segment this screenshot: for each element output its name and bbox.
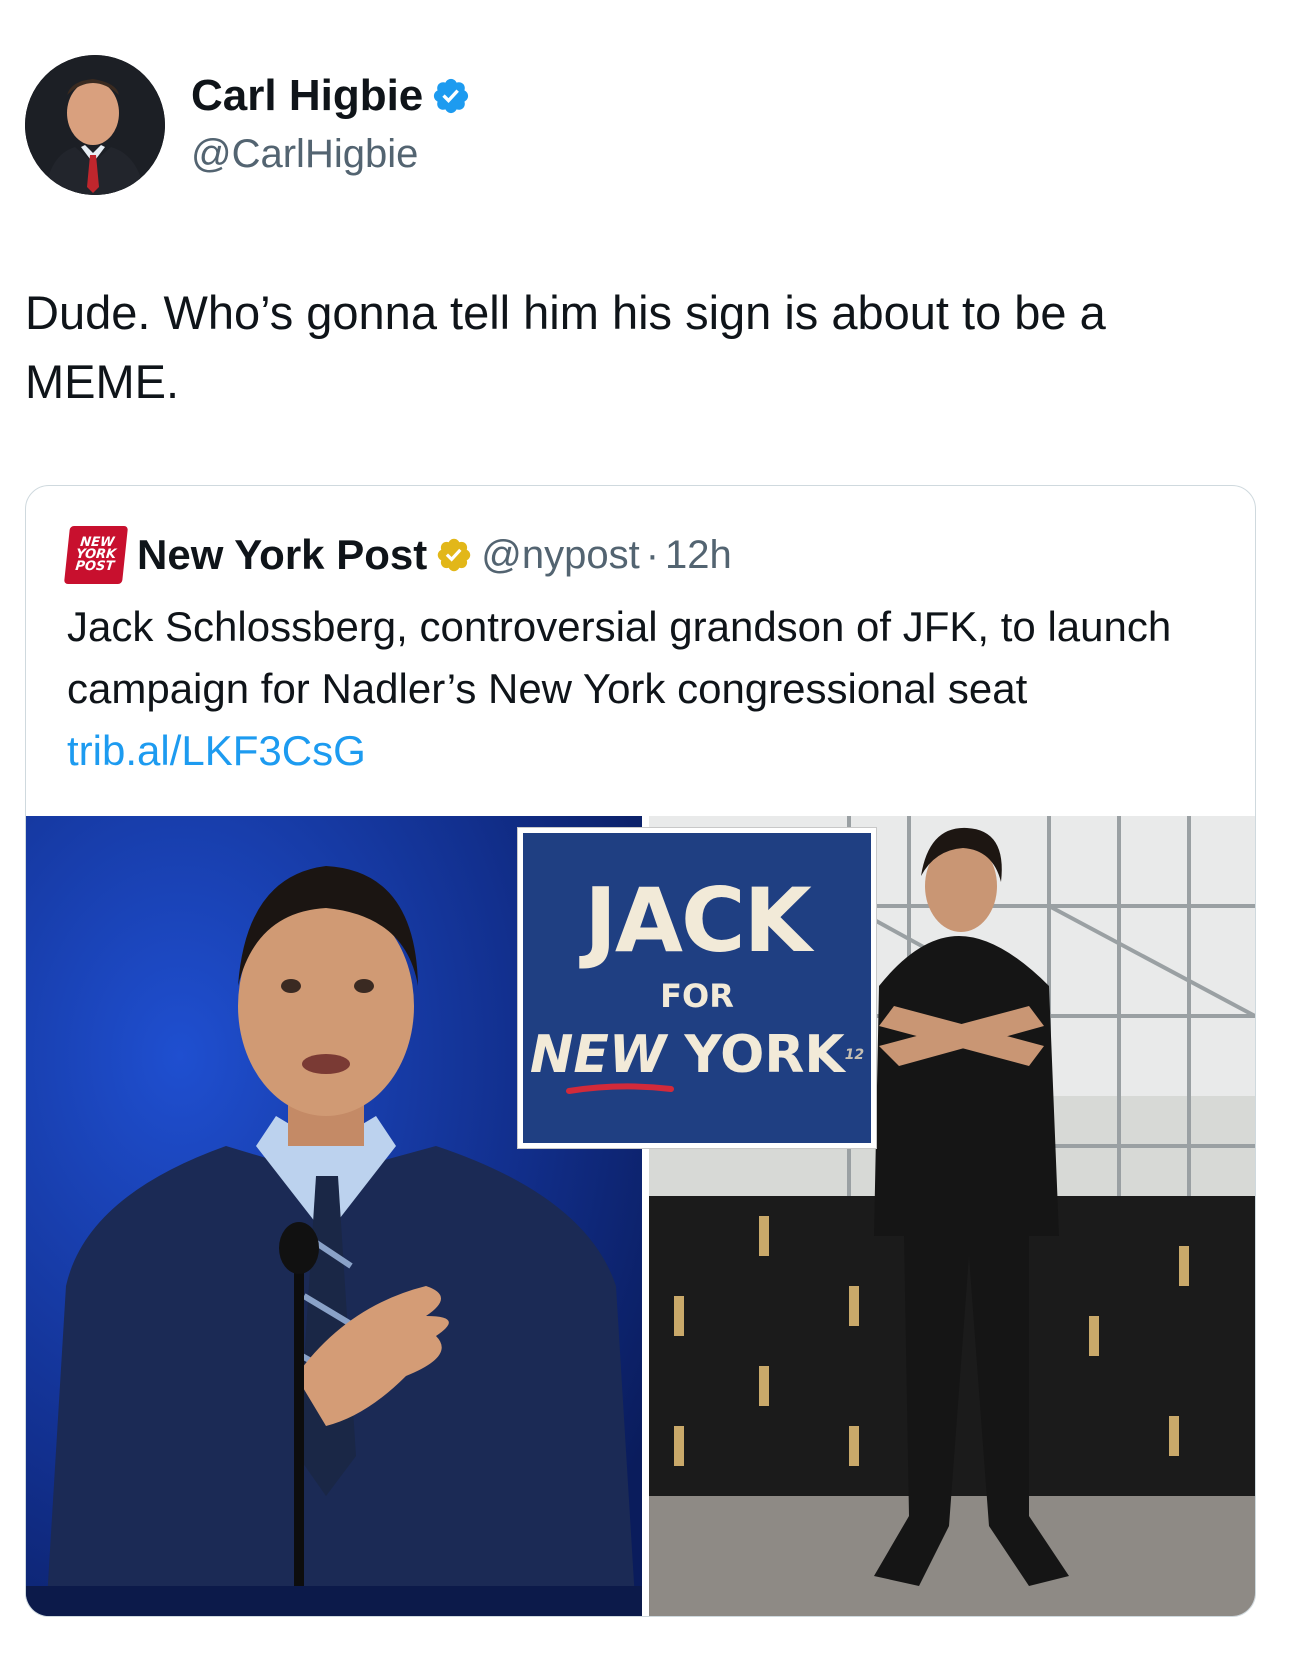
nypost-logo-icon[interactable]: NEW YORK POST <box>63 526 129 584</box>
author-handle[interactable]: @CarlHigbie <box>191 128 418 180</box>
quote-author-handle[interactable]: @nypost <box>481 533 639 578</box>
sign-word-new: NEW <box>529 1025 667 1085</box>
author-name-row[interactable]: Carl Higbie <box>191 68 471 124</box>
author-avatar[interactable] <box>25 55 165 195</box>
sign-underline-swoosh <box>566 1083 674 1094</box>
logo-line-3: POST <box>74 559 115 574</box>
quoted-tweet-card[interactable]: NEW YORK POST New York Post @nypost · 12… <box>25 485 1256 1617</box>
author-name[interactable]: Carl Higbie <box>191 68 423 124</box>
sign-line-new-york: NEW YORK12 <box>523 1025 871 1085</box>
quote-link[interactable]: trib.al/LKF3CsG <box>67 727 366 774</box>
tweet-text: Dude. Who’s gonna tell him his sign is a… <box>25 286 1106 408</box>
quote-timestamp[interactable]: 12h <box>665 533 732 578</box>
sign-line-for: FOR <box>660 977 734 1015</box>
quote-author-name[interactable]: New York Post <box>137 531 427 579</box>
quote-separator: · <box>645 532 660 577</box>
quote-header: NEW YORK POST New York Post @nypost · 12… <box>63 526 732 584</box>
quote-text: Jack Schlossberg, controversial grandson… <box>67 603 1172 712</box>
sign-superscript: 12 <box>844 1047 865 1063</box>
verified-badge-icon <box>434 78 469 114</box>
avatar-photo <box>25 55 165 195</box>
quote-text-block: Jack Schlossberg, controversial grandson… <box>67 596 1217 782</box>
gold-verified-badge-icon <box>437 538 471 572</box>
quote-media[interactable]: JACK FOR NEW YORK12 <box>26 816 1255 1616</box>
sign-line-jack: JACK <box>584 869 812 972</box>
sign-word-york: YORK <box>666 1025 845 1085</box>
campaign-sign: JACK FOR NEW YORK12 <box>518 828 876 1148</box>
